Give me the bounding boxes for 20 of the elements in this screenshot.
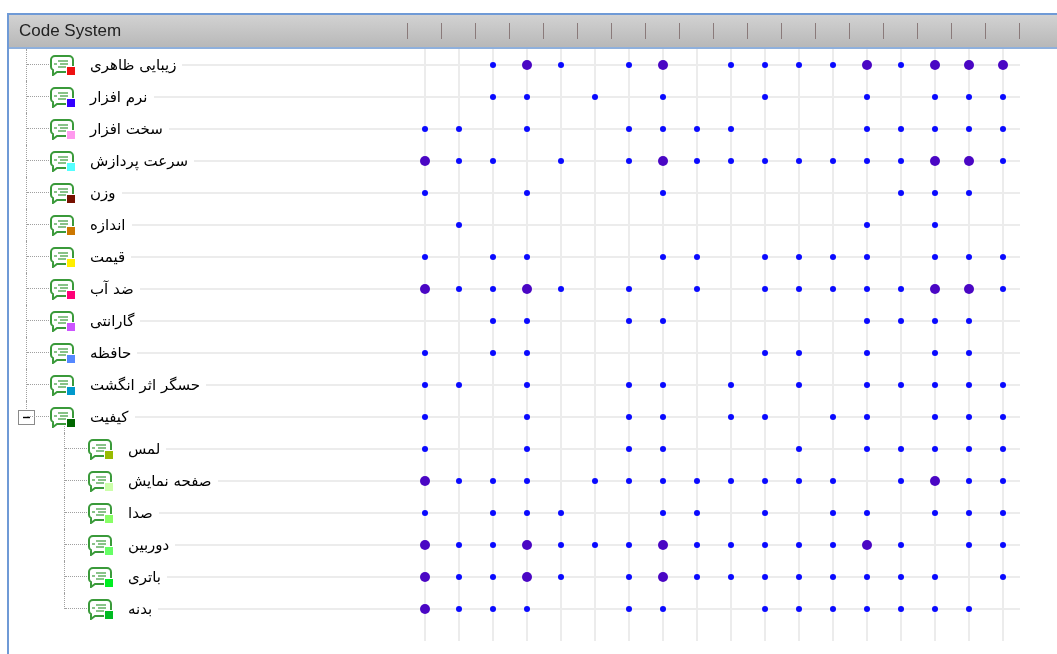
- code-label[interactable]: ضد آب: [90, 277, 134, 301]
- code-label[interactable]: سرعت پردازش: [90, 149, 189, 173]
- code-label[interactable]: لمس: [128, 437, 161, 461]
- code-label[interactable]: سخت افزار: [90, 117, 163, 141]
- code-label[interactable]: گارانتی: [90, 309, 135, 333]
- code-label[interactable]: زیبایی ظاهری: [90, 53, 177, 77]
- code-label[interactable]: بدنه: [128, 597, 153, 621]
- collapse-toggle[interactable]: [18, 410, 35, 425]
- code-label[interactable]: حافظه: [90, 341, 132, 365]
- code-label[interactable]: صدا: [128, 501, 153, 525]
- code-label[interactable]: صفحه نمایش: [128, 469, 212, 493]
- code-label[interactable]: اندازه: [90, 213, 126, 237]
- code-label[interactable]: نرم افزار: [90, 85, 148, 109]
- code-label[interactable]: کیفیت: [90, 405, 129, 429]
- panel-title: Code System: [18, 20, 123, 43]
- code-label[interactable]: وزن: [90, 181, 116, 205]
- code-label[interactable]: دوربین: [128, 533, 170, 557]
- code-label[interactable]: باتری: [128, 565, 161, 589]
- code-label[interactable]: حسگر اثر انگشت: [90, 373, 201, 397]
- code-label[interactable]: قیمت: [90, 245, 126, 269]
